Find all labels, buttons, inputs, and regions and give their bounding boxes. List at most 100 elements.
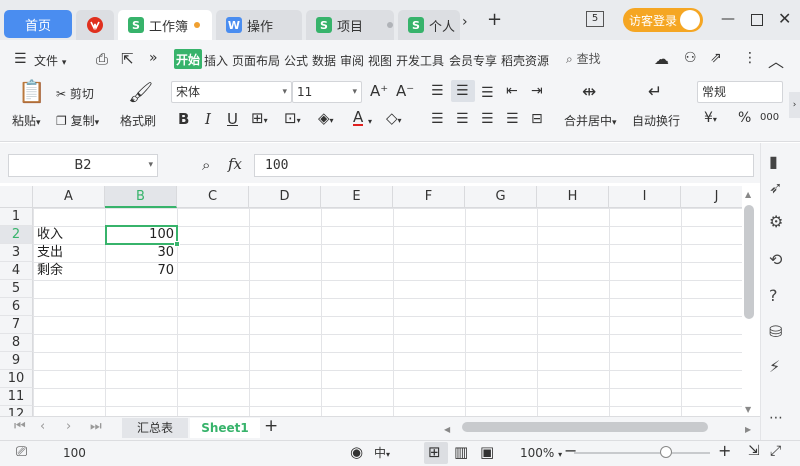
- align-middle-icon[interactable]: ☰: [456, 83, 469, 99]
- align-center-icon[interactable]: ☰: [456, 111, 469, 127]
- eye-protect-icon[interactable]: ◉: [350, 443, 363, 461]
- cell-b4[interactable]: 70: [105, 262, 174, 280]
- minimize-icon[interactable]: —: [721, 11, 735, 27]
- border-icon[interactable]: ⊞▾: [251, 110, 268, 129]
- column-header-d[interactable]: D: [249, 186, 321, 208]
- row-header-7[interactable]: 7: [0, 316, 33, 334]
- thousands-icon[interactable]: 000: [760, 110, 779, 126]
- more-options-icon[interactable]: ⋯: [769, 410, 783, 426]
- align-top-icon[interactable]: ☰: [431, 83, 444, 99]
- adjust-settings-icon[interactable]: ⚙: [769, 212, 783, 231]
- page-layout-view-icon[interactable]: ▣: [480, 443, 494, 461]
- font-color-icon[interactable]: A: [353, 110, 364, 126]
- row-header-1[interactable]: 1: [0, 208, 33, 226]
- new-tab-icon[interactable]: +: [487, 11, 502, 29]
- percent-icon[interactable]: %: [738, 110, 751, 126]
- cell-b3[interactable]: 30: [105, 244, 174, 262]
- horizontal-scroll-thumb[interactable]: [462, 422, 708, 432]
- row-header-6[interactable]: 6: [0, 298, 33, 316]
- cloud-sync-icon[interactable]: ☁: [654, 50, 669, 68]
- column-header-h[interactable]: H: [537, 186, 609, 208]
- collaborate-icon[interactable]: ⚇: [684, 50, 697, 66]
- align-right-icon[interactable]: ☰: [481, 111, 494, 127]
- fill-color-icon[interactable]: ◈▾: [318, 110, 334, 129]
- menu-file[interactable]: 文件 ▾: [34, 52, 66, 69]
- menu-view[interactable]: 视图: [368, 52, 392, 69]
- formula-input[interactable]: 100: [254, 154, 754, 177]
- decrease-font-icon[interactable]: A⁻: [396, 83, 414, 99]
- zoom-level[interactable]: 100% ▾: [520, 446, 562, 460]
- column-header-a[interactable]: A: [33, 186, 105, 208]
- merge-center-icon[interactable]: ⇹: [582, 84, 596, 101]
- sheet-tab-summary[interactable]: 汇总表: [122, 418, 188, 438]
- maximize-icon[interactable]: [751, 14, 763, 26]
- help-icon[interactable]: ?: [769, 286, 778, 305]
- backup-icon[interactable]: ⛁: [769, 322, 782, 341]
- sheet-tab-sheet1[interactable]: Sheet1: [190, 418, 260, 438]
- menu-data[interactable]: 数据: [312, 52, 336, 69]
- power-tools-icon[interactable]: ⚡: [769, 357, 780, 376]
- cell-style-icon[interactable]: ⊡▾: [284, 110, 301, 129]
- zoom-in-icon[interactable]: +: [718, 441, 731, 460]
- menu-formula[interactable]: 公式: [284, 52, 308, 69]
- merge-center-button[interactable]: 合并居中▾: [564, 112, 617, 129]
- row-header-10[interactable]: 10: [0, 370, 33, 388]
- cell-a4[interactable]: 剩余: [37, 262, 105, 280]
- bold-icon[interactable]: B: [178, 111, 189, 127]
- column-header-b[interactable]: B: [105, 186, 177, 208]
- row-header-5[interactable]: 5: [0, 280, 33, 298]
- more-tools-icon[interactable]: »: [149, 50, 158, 66]
- align-left-icon[interactable]: ☰: [431, 111, 444, 127]
- next-sheet-icon[interactable]: ›: [66, 419, 71, 435]
- paste-icon[interactable]: 📋: [18, 82, 45, 104]
- collapse-ribbon-icon[interactable]: ︿: [768, 48, 784, 72]
- close-icon[interactable]: ✕: [778, 9, 791, 28]
- format-painter-button[interactable]: 格式刷: [120, 112, 156, 129]
- zoom-slider-knob[interactable]: [660, 446, 672, 458]
- column-header-g[interactable]: G: [465, 186, 537, 208]
- tab-workbook[interactable]: S 工作簿: [118, 10, 212, 40]
- justify-icon[interactable]: ☰: [506, 111, 519, 127]
- row-header-8[interactable]: 8: [0, 334, 33, 352]
- tab-operation[interactable]: W 操作: [216, 10, 302, 40]
- cursor-select-icon[interactable]: ➶: [769, 178, 782, 197]
- format-painter-icon[interactable]: 🖌: [128, 82, 153, 102]
- ribbon-scroll-right-icon[interactable]: ›: [789, 92, 800, 118]
- align-bottom-icon[interactable]: ☰: [481, 85, 494, 101]
- zoom-slider[interactable]: [574, 452, 710, 454]
- menu-review[interactable]: 审阅: [340, 52, 364, 69]
- increase-font-icon[interactable]: A⁺: [370, 83, 388, 99]
- copy-button[interactable]: ❐ 复制▾: [56, 112, 99, 129]
- currency-icon[interactable]: ¥▾: [704, 110, 717, 128]
- visitor-login-button[interactable]: 访客登录: [623, 8, 703, 32]
- column-header-i[interactable]: I: [609, 186, 681, 208]
- name-box[interactable]: B2 ▾: [8, 154, 158, 177]
- save-icon[interactable]: ⎙: [96, 50, 108, 68]
- menu-insert[interactable]: 插入: [204, 52, 228, 69]
- scroll-up-icon[interactable]: ▲: [745, 187, 751, 203]
- menu-developer[interactable]: 开发工具: [396, 52, 444, 69]
- row-header-4[interactable]: 4: [0, 262, 33, 280]
- menu-page-layout[interactable]: 页面布局: [232, 52, 280, 69]
- wrap-text-icon[interactable]: ↵: [648, 84, 662, 101]
- scroll-right-icon[interactable]: ▶: [745, 422, 751, 438]
- zoom-search-icon[interactable]: ⌕: [202, 157, 210, 173]
- scroll-left-icon[interactable]: ◀: [444, 422, 450, 438]
- font-size-select[interactable]: 11 ▾: [292, 81, 362, 103]
- underline-icon[interactable]: U: [227, 111, 238, 127]
- last-sheet-icon[interactable]: ⏭: [90, 419, 102, 435]
- first-sheet-icon[interactable]: ⏮: [14, 419, 26, 435]
- font-name-select[interactable]: 宋体 ▾: [171, 81, 292, 103]
- tab-project[interactable]: S 项目: [306, 10, 394, 40]
- normal-view-icon[interactable]: ⊞: [428, 443, 441, 461]
- fill-handle[interactable]: [174, 241, 180, 247]
- row-header-9[interactable]: 9: [0, 352, 33, 370]
- menu-start[interactable]: 开始: [174, 49, 202, 69]
- row-header-3[interactable]: 3: [0, 244, 33, 262]
- row-header-11[interactable]: 11: [0, 388, 33, 406]
- zoom-out-icon[interactable]: −: [564, 441, 577, 460]
- export-icon[interactable]: ⇱: [121, 50, 134, 68]
- fx-icon[interactable]: fx: [228, 156, 242, 172]
- tab-home[interactable]: 首页: [4, 10, 72, 38]
- column-header-e[interactable]: E: [321, 186, 393, 208]
